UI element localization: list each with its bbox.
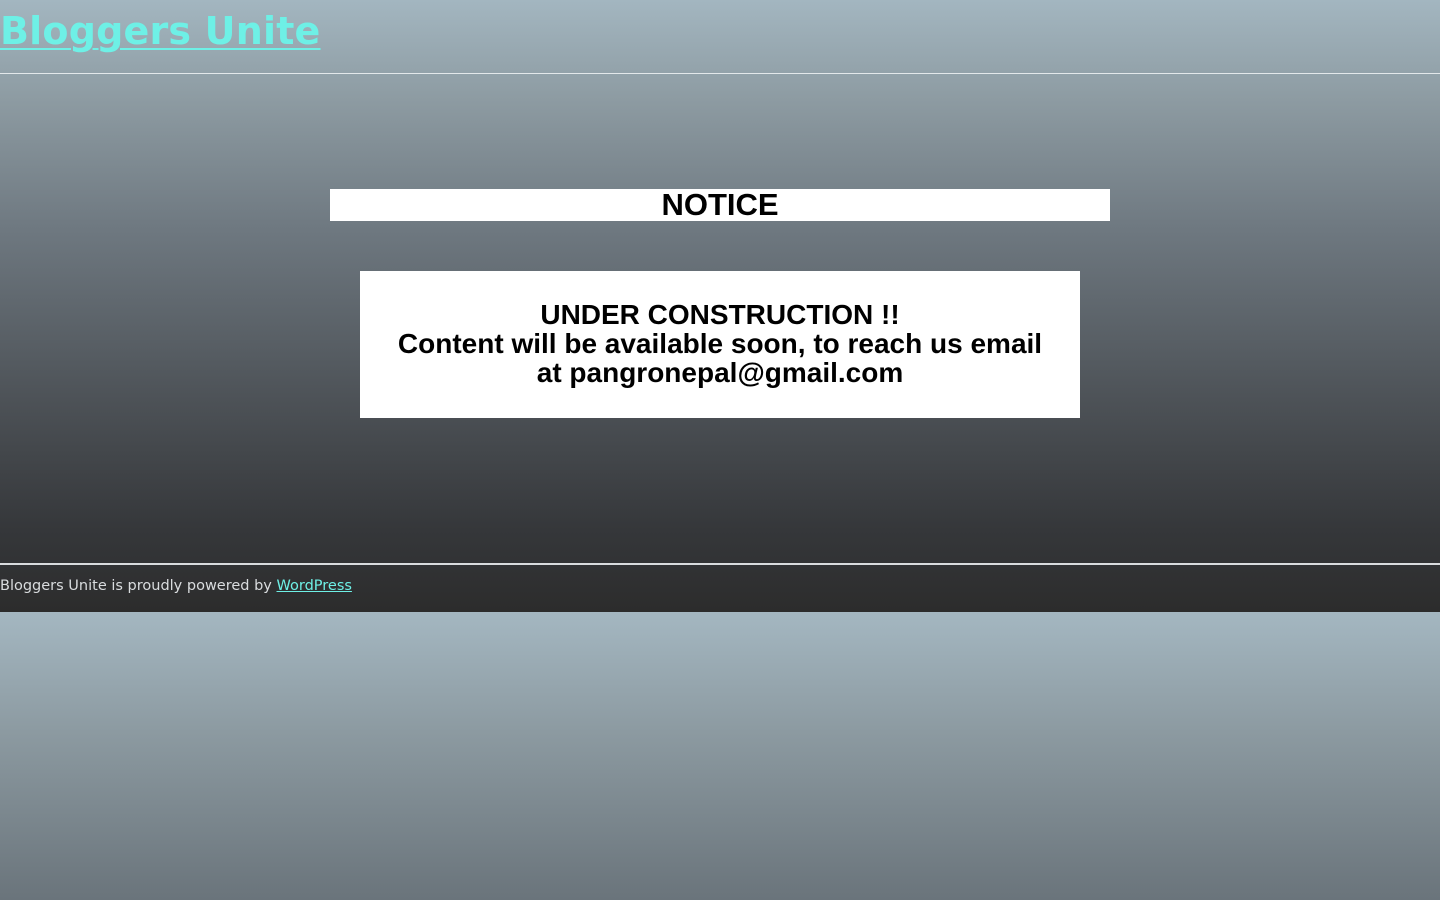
- footer-powered-text: Bloggers Unite is proudly powered by: [0, 578, 277, 594]
- page-wrapper: Bloggers Unite NOTICE UNDER CONSTRUCTION…: [0, 0, 1440, 612]
- notice-line-content: Content will be available soon, to reach…: [397, 328, 1043, 359]
- site-footer: Bloggers Unite is proudly powered by Wor…: [0, 563, 1440, 612]
- notice-heading: NOTICE: [661, 187, 779, 222]
- notice-line-construction: UNDER CONSTRUCTION !!: [540, 299, 900, 330]
- wordpress-link[interactable]: WordPress: [277, 578, 352, 594]
- page-background-below: [0, 612, 1440, 900]
- site-header: Bloggers Unite: [0, 0, 1440, 74]
- footer-credit: Bloggers Unite is proudly powered by Wor…: [0, 577, 352, 595]
- notice-heading-bar: NOTICE: [330, 189, 1110, 221]
- notice-line-email: at pangronepal@gmail.com: [536, 357, 904, 388]
- site-title-link[interactable]: Bloggers Unite: [0, 6, 321, 56]
- notice-message-box: UNDER CONSTRUCTION !! Content will be av…: [360, 271, 1080, 418]
